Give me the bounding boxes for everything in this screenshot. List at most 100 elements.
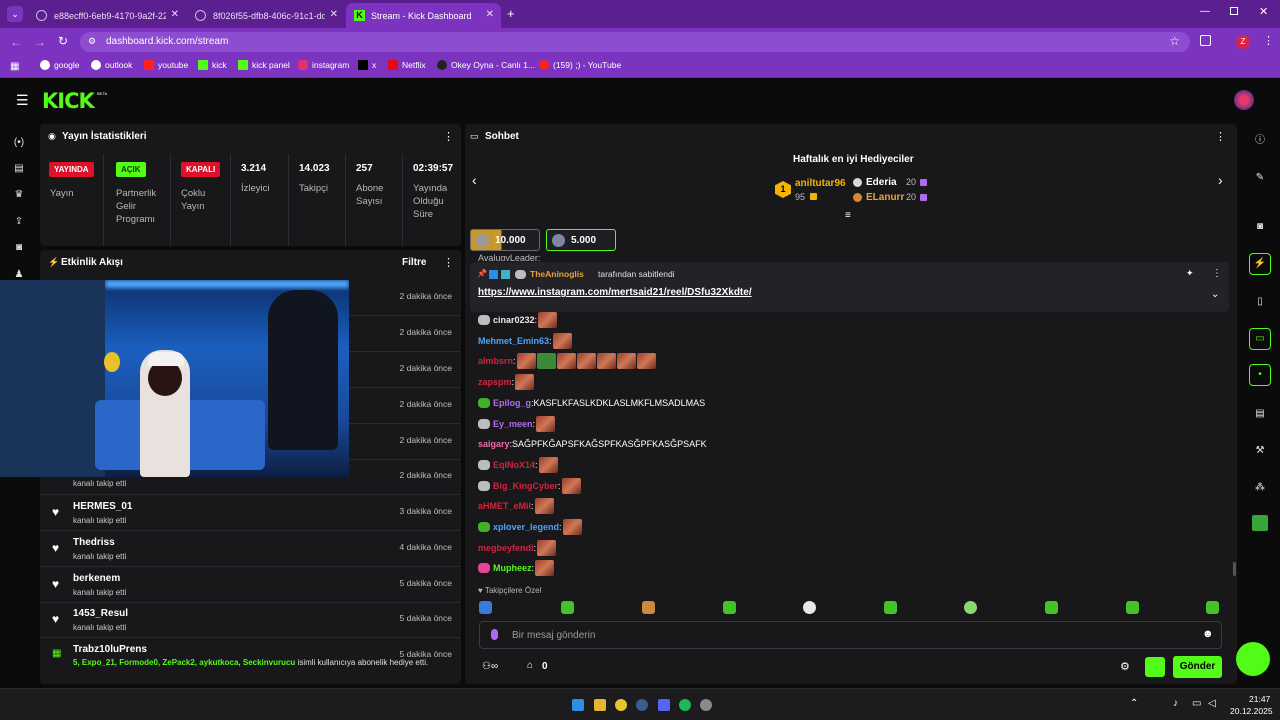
- chat-input-box[interactable]: Bir mesaj gönderin ☻: [479, 621, 1222, 649]
- close-window-button[interactable]: ✕: [1259, 5, 1268, 18]
- activity-menu-icon[interactable]: ⋮: [443, 256, 454, 269]
- close-tab-icon[interactable]: ✕: [486, 9, 494, 20]
- stream-live-icon[interactable]: (•): [12, 137, 26, 149]
- chat-username[interactable]: EqlNoX14: [493, 460, 535, 470]
- bookmark-youtube-159[interactable]: (159) ;) - YouTube: [539, 60, 621, 70]
- pinned-menu-icon[interactable]: ⋮: [1212, 268, 1222, 279]
- browser-tab-2[interactable]: 8f026f55-dfb8-406c-91c1-dd2a ✕: [187, 3, 345, 28]
- filter-button[interactable]: Filtre: [402, 257, 426, 268]
- bookmark-outlook[interactable]: outlook: [91, 60, 132, 70]
- emote-icon[interactable]: [534, 498, 554, 514]
- close-tab-icon[interactable]: ✕: [330, 9, 338, 20]
- pinned-link[interactable]: https://www.instagram.com/mertsaid21/ree…: [478, 287, 752, 298]
- expand-chevron-icon[interactable]: ⌄: [1211, 289, 1219, 300]
- collapse-icon[interactable]: ≡: [845, 210, 851, 221]
- goal-pill-2[interactable]: 5.000: [546, 229, 616, 251]
- steam-icon[interactable]: [636, 699, 648, 711]
- reload-icon[interactable]: ↻: [58, 34, 68, 48]
- emote-icon[interactable]: [616, 353, 636, 369]
- share-icon[interactable]: ⁂: [1253, 482, 1267, 494]
- site-info-icon[interactable]: ⚙: [88, 36, 96, 47]
- chat-username[interactable]: megbeyfendi: [478, 543, 534, 553]
- bookmark-star-icon[interactable]: ☆: [1169, 34, 1180, 48]
- unpin-icon[interactable]: ✦: [1186, 268, 1194, 279]
- gifter-2-name[interactable]: Ederia: [866, 177, 897, 188]
- capture-icon[interactable]: ◙: [1253, 221, 1267, 233]
- maximize-button[interactable]: [1230, 7, 1238, 15]
- pinned-by-user[interactable]: TheAninoglis: [530, 269, 584, 279]
- user-avatar[interactable]: [1234, 90, 1254, 110]
- discord-icon[interactable]: [658, 699, 670, 711]
- send-button[interactable]: Gönder: [1173, 656, 1222, 678]
- emote-icon[interactable]: [636, 353, 656, 369]
- document-icon[interactable]: ▯: [1253, 296, 1267, 308]
- top-gifter-name[interactable]: aniltutar96: [795, 178, 846, 189]
- bookmark-kick[interactable]: kick: [198, 60, 227, 70]
- bookmark-instagram[interactable]: instagram: [298, 60, 349, 70]
- back-icon[interactable]: ←: [10, 35, 22, 49]
- emote-icon[interactable]: [535, 560, 555, 576]
- bookmark-youtube[interactable]: youtube: [144, 60, 188, 70]
- emote-icon[interactable]: [576, 353, 596, 369]
- emote-icon[interactable]: [552, 333, 572, 349]
- store-icon[interactable]: ⌂: [527, 660, 533, 671]
- gifters-prev-icon[interactable]: ‹: [472, 172, 477, 188]
- windows-start-icon[interactable]: [572, 699, 584, 711]
- clock-date[interactable]: 20.12.2025: [1230, 706, 1273, 716]
- gifters-next-icon[interactable]: ›: [1218, 172, 1223, 188]
- apps-grid-icon[interactable]: ▦: [10, 61, 19, 72]
- emote-icon[interactable]: [1126, 601, 1139, 614]
- users-icon[interactable]: ⚇∞: [482, 661, 498, 672]
- bookmark-google[interactable]: google: [40, 60, 80, 70]
- chat-username[interactable]: saigary: [478, 439, 510, 449]
- menu-dots-icon[interactable]: ⋮: [1263, 34, 1274, 47]
- emote-icon[interactable]: [1045, 601, 1058, 614]
- chat-username[interactable]: Mupheez: [493, 563, 532, 573]
- emote-icon[interactable]: [479, 601, 492, 614]
- emote-icon[interactable]: [536, 416, 556, 432]
- forward-icon[interactable]: →: [34, 35, 46, 49]
- emote-icon[interactable]: [561, 478, 581, 494]
- emote-icon[interactable]: [642, 601, 655, 614]
- bookmark-kick-panel[interactable]: kick panel: [238, 60, 290, 70]
- support-chat-button[interactable]: [1236, 642, 1270, 676]
- emote-icon[interactable]: [515, 374, 535, 390]
- emote-icon[interactable]: [562, 519, 582, 535]
- network-icon[interactable]: ▭: [1192, 698, 1201, 709]
- chat-username[interactable]: Epilog_g: [493, 398, 531, 408]
- chrome-icon[interactable]: [615, 699, 627, 711]
- upload-icon[interactable]: ⇪: [12, 216, 26, 228]
- browser-tab-active[interactable]: K Stream - Kick Dashboard ✕: [346, 3, 501, 28]
- emote-icon[interactable]: [516, 353, 536, 369]
- emote-icon[interactable]: [803, 601, 816, 614]
- tab-search-button[interactable]: ⌄: [7, 6, 23, 22]
- clock-time[interactable]: 21:47: [1249, 694, 1270, 704]
- chat-settings-icon[interactable]: ⚙: [1120, 660, 1130, 673]
- emote-icon[interactable]: [537, 540, 557, 556]
- file-explorer-icon[interactable]: [594, 699, 606, 711]
- minimize-button[interactable]: —: [1200, 6, 1210, 17]
- emote-icon[interactable]: [538, 312, 558, 328]
- analytics-icon[interactable]: ▤: [12, 163, 26, 175]
- emoji-picker-icon[interactable]: ☻: [1202, 628, 1214, 640]
- lightning-button[interactable]: ⚡: [1249, 253, 1271, 275]
- extensions-icon[interactable]: [1200, 35, 1211, 46]
- microphone-icon[interactable]: [491, 629, 498, 640]
- hamburger-menu-icon[interactable]: ☰: [16, 93, 29, 107]
- chat-username[interactable]: Big_KingCyber: [493, 481, 558, 491]
- emote-icon[interactable]: [884, 601, 897, 614]
- emote-icon[interactable]: [723, 601, 736, 614]
- broadcast-button[interactable]: •: [1249, 364, 1271, 386]
- kick-logo[interactable]: KICK: [42, 89, 95, 113]
- profile-avatar[interactable]: Z: [1236, 35, 1250, 49]
- goal-pill-1[interactable]: 10.000: [470, 229, 540, 251]
- scrollbar[interactable]: [1233, 562, 1236, 576]
- volume-icon[interactable]: ◁: [1208, 698, 1216, 709]
- emote-icon[interactable]: [596, 353, 616, 369]
- bookmark-x[interactable]: x: [358, 60, 376, 70]
- chat-username[interactable]: Ey_meen: [493, 419, 533, 429]
- new-tab-button[interactable]: +: [507, 6, 515, 21]
- mic-tray-icon[interactable]: ♪: [1173, 698, 1178, 709]
- bookmark-netflix[interactable]: Netflix: [388, 60, 426, 70]
- chat-toggle-button[interactable]: ▭: [1249, 328, 1271, 350]
